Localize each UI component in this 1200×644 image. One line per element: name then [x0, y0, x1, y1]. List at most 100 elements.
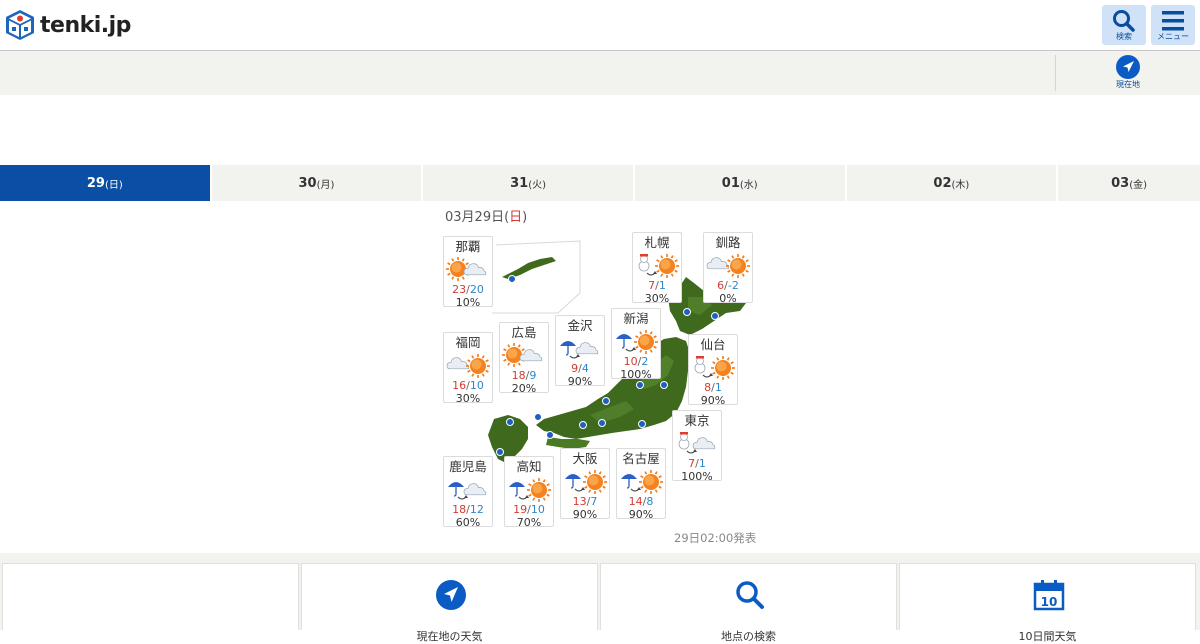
low-temp: 20: [469, 283, 484, 296]
high-temp: 14: [628, 495, 643, 508]
high-temp: 18: [511, 369, 526, 382]
location-arrow-icon: [435, 579, 467, 611]
weather-snow-then-sun-icon: [633, 251, 681, 279]
svg-text:10: 10: [1041, 595, 1058, 609]
city-temperature: 7/1: [633, 279, 681, 292]
map-date-suffix: ): [522, 210, 528, 225]
low-temp: 8: [646, 495, 654, 508]
low-temp: -2: [727, 279, 739, 292]
logo-text: tenki.jp: [40, 12, 131, 38]
high-temp: 10: [623, 355, 638, 368]
city-forecast[interactable]: 名古屋 14/8 90%: [616, 448, 666, 521]
date-tab-day: 02: [933, 175, 952, 191]
site-logo[interactable]: tenki.jp: [5, 9, 131, 41]
weather-rain-then-sun-icon: [561, 467, 609, 495]
bottom-nav-card[interactable]: [2, 563, 299, 630]
high-temp: 19: [513, 503, 528, 516]
bottom-nav-label: 地点の検索: [721, 630, 776, 643]
date-tab-31[interactable]: 31 (火): [423, 165, 633, 201]
city-forecast[interactable]: 新潟 10/2 100%: [611, 308, 661, 381]
weather-snow-then-sun-icon: [689, 353, 737, 381]
low-temp: 12: [469, 503, 484, 516]
city-forecast[interactable]: 釧路 6/-2 0%: [703, 232, 753, 305]
city-forecast[interactable]: 大阪 13/7 90%: [560, 448, 610, 521]
precipitation-probability: 100%: [620, 368, 652, 381]
weather-cloud-then-sun-icon: [704, 251, 752, 279]
city-temperature: 14/8: [617, 495, 665, 508]
precipitation-probability: 0%: [719, 292, 737, 305]
bottom-nav-card[interactable]: 10 10日間天気: [899, 563, 1196, 643]
date-tab-day: 01: [721, 175, 740, 191]
current-location-button[interactable]: 現在地: [1105, 53, 1151, 93]
date-tab-02[interactable]: 02 (木): [846, 165, 1057, 201]
tenki-logo-icon: [6, 10, 34, 40]
precipitation-probability: 90%: [628, 508, 654, 521]
bottom-nav-label: 10日間天気: [1018, 630, 1077, 643]
city-temperature: 16/10: [444, 379, 492, 392]
date-tab-day: 29: [86, 175, 105, 191]
low-temp: 7: [590, 495, 598, 508]
weather-snow-then-cloud-icon: [673, 429, 721, 457]
low-temp: 1: [714, 381, 722, 394]
map-date-weekday: 日: [509, 210, 523, 225]
search-button[interactable]: 検索: [1102, 5, 1146, 45]
date-tab-day: 30: [298, 175, 317, 191]
date-tab-01[interactable]: 01 (水): [634, 165, 845, 201]
city-name: 東京: [684, 413, 710, 428]
date-tabs: 29 (日) 30 (月) 31 (火) 01 (水) 02 (木) 03 (金): [0, 165, 1200, 201]
city-forecast[interactable]: 札幌 7/1 30%: [632, 232, 682, 305]
city-forecast[interactable]: 鹿児島 18/12 60%: [443, 456, 493, 529]
menu-button-label: メニュー: [1157, 32, 1189, 41]
date-tab-weekday: (日): [104, 179, 123, 191]
weather-sun-then-cloud-icon: [500, 341, 548, 369]
weather-rain-then-sun-icon: [617, 467, 665, 495]
weather-rain-then-sun-icon: [505, 475, 553, 503]
date-tab-29[interactable]: 29 (日): [0, 165, 210, 201]
city-forecast[interactable]: 広島 18/9 20%: [499, 322, 549, 395]
announcement-time: 29日02:00発表: [674, 531, 757, 545]
toolbar-divider: [1055, 55, 1056, 91]
high-temp: 13: [572, 495, 587, 508]
current-location-label: 現在地: [1116, 80, 1140, 89]
precipitation-probability: 100%: [681, 470, 713, 483]
date-tab-30[interactable]: 30 (月): [211, 165, 422, 201]
city-temperature: 23/20: [444, 283, 492, 296]
city-temperature: 18/12: [444, 503, 492, 516]
city-temperature: 10/2: [612, 355, 660, 368]
date-tab-weekday: (火): [528, 179, 547, 191]
city-name: 札幌: [644, 235, 670, 250]
precipitation-probability: 30%: [644, 292, 670, 305]
city-forecast[interactable]: 東京 7/1 100%: [672, 410, 722, 483]
precipitation-probability: 30%: [455, 392, 481, 405]
japan-weather-map[interactable]: 那覇 23/20 10% 札幌 7/1 30% 釧路 6/-2 0% 福岡 16/10 30% 広島 18…: [440, 225, 760, 529]
date-tab-day: 31: [510, 175, 529, 191]
city-name: 広島: [511, 325, 537, 340]
date-tab-03[interactable]: 03 (金): [1058, 165, 1200, 201]
city-forecast[interactable]: 高知 19/10 70%: [504, 456, 554, 529]
weather-cloud-then-sun-icon: [444, 351, 492, 379]
city-name: 那覇: [455, 239, 481, 254]
low-temp: 1: [698, 457, 706, 470]
city-name: 福岡: [455, 335, 481, 350]
date-tab-weekday: (水): [739, 179, 758, 191]
city-forecast[interactable]: 那覇 23/20 10%: [443, 236, 493, 309]
city-name: 釧路: [715, 235, 741, 250]
city-forecast[interactable]: 仙台 8/1 90%: [688, 334, 738, 407]
precipitation-probability: 90%: [572, 508, 598, 521]
menu-button[interactable]: メニュー: [1151, 5, 1195, 45]
city-forecast[interactable]: 福岡 16/10 30%: [443, 332, 493, 405]
high-temp: 18: [452, 503, 467, 516]
precipitation-probability: 90%: [700, 394, 726, 407]
city-name: 高知: [516, 459, 542, 474]
low-temp: 10: [469, 379, 484, 392]
sub-toolbar: 現在地: [0, 51, 1200, 95]
bottom-nav-label: 現在地の天気: [416, 630, 483, 643]
precipitation-probability: 90%: [567, 375, 593, 388]
map-date: 03月29日(日): [445, 206, 527, 225]
weather-rain-then-cloud-icon: [556, 334, 604, 362]
precipitation-probability: 10%: [455, 296, 481, 309]
bottom-nav-card[interactable]: 現在地の天気: [301, 563, 598, 643]
city-forecast[interactable]: 金沢 9/4 90%: [555, 315, 605, 388]
bottom-nav-card[interactable]: 地点の検索: [600, 563, 897, 643]
city-temperature: 9/4: [556, 362, 604, 375]
